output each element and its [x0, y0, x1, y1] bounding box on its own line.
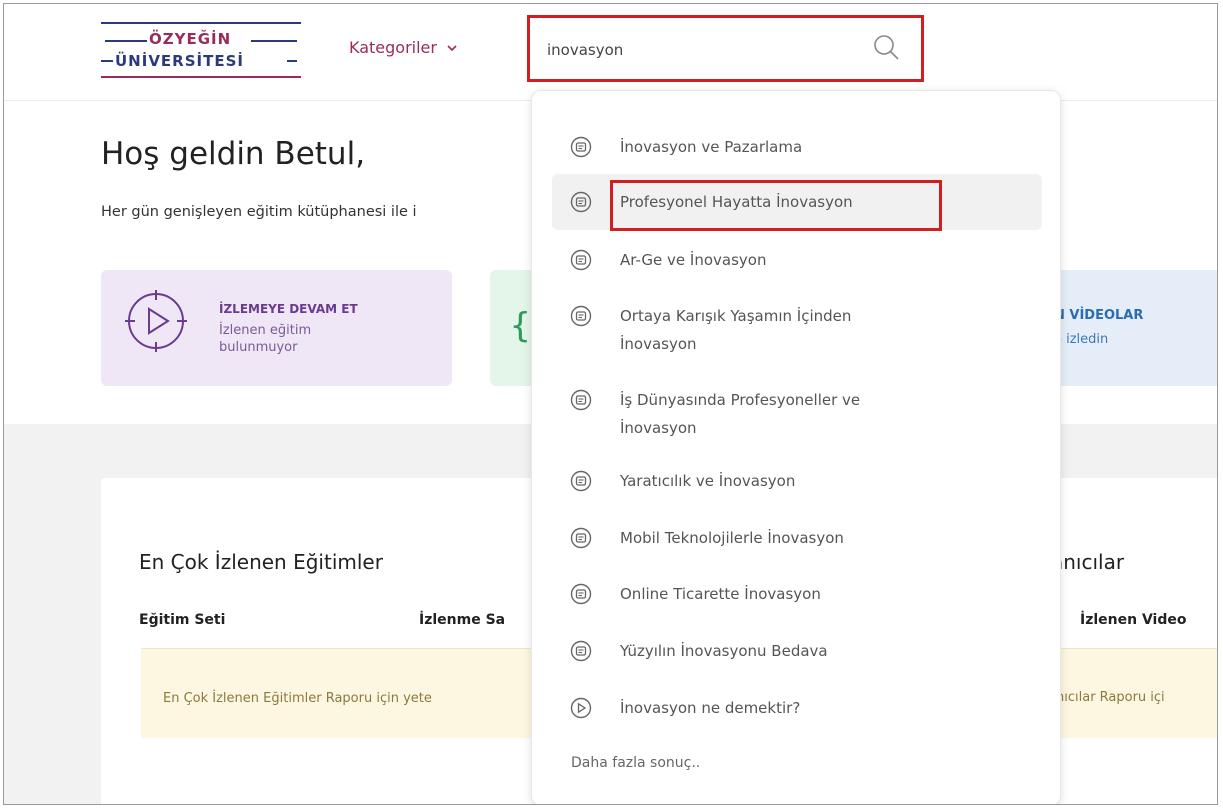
continue-watching-title: İZLEMEYE DEVAM ET — [219, 302, 358, 316]
suggestion-label: İş Dünyasında Profesyoneller ve İnovasyo… — [620, 386, 860, 442]
categories-menu[interactable]: Kategoriler — [349, 38, 459, 57]
most-watched-title: En Çok İzlenen Eğitimler — [139, 550, 383, 574]
suggestion-label-line2: İnovasyon — [620, 419, 697, 437]
suggestion-item[interactable]: İnovasyon ne demektir? — [552, 694, 1042, 722]
column-header-training-set: Eğitim Seti — [139, 612, 226, 628]
suggestion-label: Ortaya Karışık Yaşamın İçinden İnovasyon — [620, 302, 851, 358]
videos-card-title: N VİDEOLAR — [1054, 308, 1144, 323]
search-input[interactable] — [547, 38, 847, 62]
suggestion-label-line2: İnovasyon — [620, 335, 697, 353]
suggestion-item[interactable]: Mobil Teknolojilerle İnovasyon — [552, 524, 1042, 552]
video-list-icon — [570, 389, 592, 411]
suggestion-item[interactable]: Yaratıcılık ve İnovasyon — [552, 467, 1042, 495]
welcome-subtext: Her gün genişleyen eğitim kütüphanesi il… — [101, 204, 417, 220]
users-notice-text: nıcılar Raporu içi — [1056, 690, 1165, 705]
search-box — [527, 15, 924, 82]
video-list-icon — [570, 583, 592, 605]
suggestion-label: Mobil Teknolojilerle İnovasyon — [620, 529, 844, 547]
suggestion-item[interactable]: Ortaya Karışık Yaşamın İçinden İnovasyon — [552, 302, 1042, 358]
categories-label: Kategoriler — [349, 38, 437, 57]
suggestion-label: Ar-Ge ve İnovasyon — [620, 251, 767, 269]
suggestion-label: Yaratıcılık ve İnovasyon — [620, 472, 796, 490]
column-header-watch-count: İzlenme Sa — [419, 612, 506, 628]
suggestion-item[interactable]: Yüzyılın İnovasyonu Bedava — [552, 637, 1042, 665]
suggestion-item-highlighted[interactable]: Profesyonel Hayatta İnovasyon — [552, 174, 1042, 230]
suggestion-item[interactable]: İş Dünyasında Profesyoneller ve İnovasyo… — [552, 386, 1042, 442]
suggestion-item[interactable]: İnovasyon ve Pazarlama — [552, 133, 1042, 161]
suggestion-label-line1: İş Dünyasında Profesyoneller ve — [620, 391, 861, 409]
video-list-icon — [570, 136, 592, 158]
brace-icon: { — [510, 306, 531, 346]
more-results-link[interactable]: Daha fazla sonuç.. — [571, 755, 700, 771]
suggestion-label: Yüzyılın İnovasyonu Bedava — [620, 642, 828, 660]
suggestion-label-line1: Ortaya Karışık Yaşamın İçinden — [620, 307, 852, 325]
app-frame: ÖZYEĞİN ÜNİVERSİTESİ Kategoriler Hoş gel… — [3, 3, 1218, 805]
suggestion-label: İnovasyon ve Pazarlama — [620, 138, 803, 156]
suggestion-label: Profesyonel Hayatta İnovasyon — [620, 193, 853, 211]
search-suggestions-dropdown: İnovasyon ve Pazarlama Profesyonel Hayat… — [531, 90, 1061, 804]
logo-text-bottom: ÜNİVERSİTESİ — [115, 52, 244, 70]
greeting-heading: Hoş geldin Betul, — [101, 136, 366, 172]
video-list-icon — [570, 305, 592, 327]
column-header-watched-video: İzlenen Video — [1080, 612, 1187, 628]
continue-watching-subtitle: İzlenen eğitim bulunmuyor — [219, 323, 312, 355]
top-header: ÖZYEĞİN ÜNİVERSİTESİ Kategoriler — [4, 4, 1217, 101]
continue-watching-card[interactable]: İZLEMEYE DEVAM ET İzlenen eğitim bulunmu… — [101, 270, 452, 386]
search-icon[interactable] — [872, 33, 902, 63]
play-target-icon — [125, 290, 187, 352]
suggestion-item[interactable]: Online Ticarette İnovasyon — [552, 580, 1042, 608]
logo-text-top: ÖZYEĞİN — [149, 30, 232, 48]
video-list-icon — [570, 470, 592, 492]
videos-card-subtitle: o izledin — [1054, 332, 1109, 347]
suggestion-label: Online Ticarette İnovasyon — [620, 585, 821, 603]
video-list-icon — [570, 191, 592, 213]
chevron-down-icon — [447, 44, 457, 51]
university-logo[interactable]: ÖZYEĞİN ÜNİVERSİTESİ — [101, 19, 301, 81]
suggestion-item[interactable]: Ar-Ge ve İnovasyon — [552, 246, 1042, 274]
video-list-icon — [570, 527, 592, 549]
suggestion-label: İnovasyon ne demektir? — [620, 699, 801, 717]
video-list-icon — [570, 640, 592, 662]
notice-text: En Çok İzlenen Eğitimler Raporu için yet… — [163, 691, 432, 706]
video-list-icon — [570, 249, 592, 271]
play-circle-icon — [570, 697, 592, 719]
videos-card[interactable]: N VİDEOLAR o izledin — [1051, 270, 1217, 386]
users-report-title: anıcılar — [1051, 550, 1125, 574]
